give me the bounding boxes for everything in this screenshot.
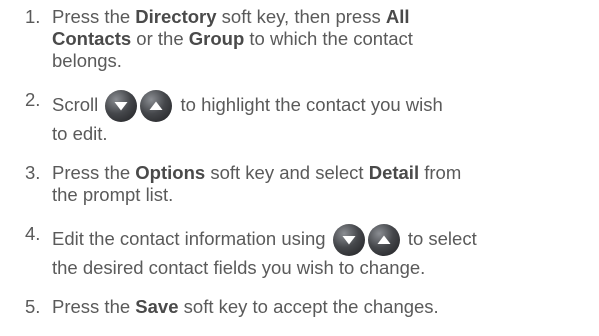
step-3: 3. Press the Options soft key and select… bbox=[25, 162, 594, 206]
instruction-steps: 1. Press the Directory soft key, then pr… bbox=[25, 6, 594, 318]
step-text: Press the bbox=[52, 296, 136, 317]
step-number: 4. bbox=[25, 223, 41, 244]
directory-label: Directory bbox=[135, 6, 217, 27]
options-label: Options bbox=[135, 162, 206, 183]
step-text: soft key to accept the changes. bbox=[178, 296, 439, 317]
step-number: 3. bbox=[25, 162, 41, 183]
all-label: All bbox=[385, 6, 410, 27]
step-2: 2. Scroll to highlight the contact you w… bbox=[25, 89, 594, 145]
step-text: to highlight the contact you wish bbox=[175, 94, 443, 115]
step-text: to which the contact bbox=[244, 28, 413, 49]
scroll-buttons-icon bbox=[332, 223, 402, 257]
scroll-buttons-icon bbox=[104, 89, 174, 123]
step-number: 1. bbox=[25, 6, 41, 27]
step-number: 5. bbox=[25, 296, 41, 317]
up-arrow-button-icon bbox=[367, 224, 400, 256]
step-4: 4. Edit the contact information using to… bbox=[25, 223, 594, 279]
down-arrow-button-icon bbox=[332, 224, 365, 256]
detail-label: Detail bbox=[368, 162, 420, 183]
contacts-label: Contacts bbox=[52, 28, 132, 49]
step-text: from bbox=[419, 162, 462, 183]
step-text: or the bbox=[131, 28, 189, 49]
step-text: Press the bbox=[52, 6, 136, 27]
up-arrow-button-icon bbox=[140, 90, 173, 122]
down-arrow-button-icon bbox=[105, 90, 138, 122]
step-1: 1. Press the Directory soft key, then pr… bbox=[25, 6, 594, 72]
step-text: the prompt list. bbox=[52, 184, 174, 205]
step-text: Scroll bbox=[52, 94, 99, 115]
step-5: 5. Press the Save soft key to accept the… bbox=[25, 296, 594, 318]
step-text: belongs. bbox=[52, 50, 122, 71]
step-text: Edit the contact information using bbox=[52, 228, 326, 249]
save-label: Save bbox=[135, 296, 179, 317]
step-text: Press the bbox=[52, 162, 136, 183]
step-text: to select bbox=[402, 228, 477, 249]
group-label: Group bbox=[188, 28, 245, 49]
step-text: the desired contact fields you wish to c… bbox=[52, 257, 426, 278]
step-text: soft key, then press bbox=[216, 6, 386, 27]
step-text: to edit. bbox=[52, 123, 108, 144]
step-text: soft key and select bbox=[205, 162, 369, 183]
step-number: 2. bbox=[25, 89, 41, 110]
